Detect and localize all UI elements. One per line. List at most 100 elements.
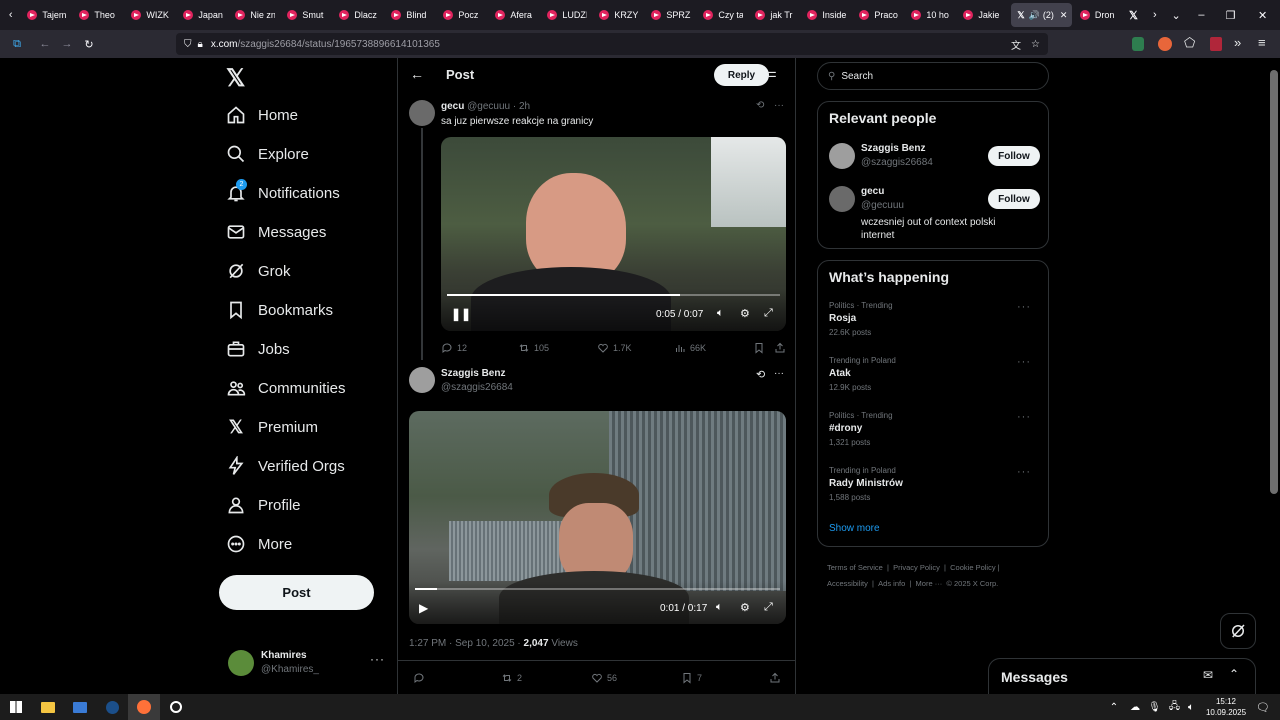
tab-active[interactable]: 𝕏 🔊 (2) ✕ xyxy=(1011,3,1072,27)
maximize-icon[interactable]: ❐ xyxy=(1216,9,1245,22)
post-button[interactable]: Post xyxy=(219,575,374,610)
messages-drawer[interactable]: Messages ✉ ⌃ xyxy=(988,658,1256,694)
person-name[interactable]: Szaggis Benz xyxy=(861,143,925,154)
post-author-handle[interactable]: @szaggis26684 xyxy=(441,382,513,393)
quoted-author-handle[interactable]: @gecuuu xyxy=(467,101,510,112)
reply-button[interactable]: Reply xyxy=(714,64,769,86)
steam-icon[interactable] xyxy=(96,694,128,720)
footer-link[interactable]: Terms of Service xyxy=(827,563,883,572)
nav-messages[interactable]: Messages xyxy=(226,214,386,250)
footer-link[interactable]: Privacy Policy xyxy=(893,563,940,572)
trend-item[interactable]: Politics · Trending Rosja 22.6K posts ··· xyxy=(829,301,1039,337)
tab-item[interactable]: SPRZ xyxy=(645,0,697,30)
bookmark-action-icon[interactable] xyxy=(753,342,769,354)
search-box[interactable]: ⚲ Search xyxy=(817,62,1049,90)
tab-item[interactable]: Theo xyxy=(73,0,125,30)
quoted-author-name[interactable]: gecu xyxy=(441,101,464,112)
post-timestamp[interactable]: 1:27 PM · Sep 10, 2025 · xyxy=(409,638,524,649)
x-tab-icon[interactable]: 𝕏 xyxy=(1123,9,1144,22)
new-message-icon[interactable]: ✉ xyxy=(1203,668,1213,682)
person-handle[interactable]: @szaggis26684 xyxy=(861,157,933,168)
footer-more-link[interactable]: More ··· xyxy=(916,579,943,588)
windows-start-icon[interactable] xyxy=(0,694,32,720)
app-monitor-icon[interactable] xyxy=(64,694,96,720)
trend-item[interactable]: Politics · Trending #drony 1,321 posts ··· xyxy=(829,411,1039,447)
tab-item[interactable]: 10 ho xyxy=(905,0,957,30)
share-icon[interactable] xyxy=(774,342,790,354)
tab-item[interactable]: Nie zn xyxy=(229,0,281,30)
trend-more-icon[interactable]: ··· xyxy=(1017,301,1031,313)
account-switcher[interactable]: Khamires @Khamires_ ··· xyxy=(226,648,391,682)
nav-verified-orgs[interactable]: Verified Orgs xyxy=(226,448,386,484)
person-avatar[interactable] xyxy=(829,186,855,212)
close-window-icon[interactable]: ✕ xyxy=(1245,9,1280,22)
post-author-name[interactable]: Szaggis Benz xyxy=(441,368,505,379)
nav-profile[interactable]: Profile xyxy=(226,487,386,523)
close-tab-icon[interactable]: ✕ xyxy=(1060,10,1068,21)
tab-item[interactable]: Czy ta xyxy=(697,0,749,30)
play-icon[interactable]: ▶ xyxy=(419,601,428,615)
reply-action[interactable]: 12 xyxy=(441,342,467,354)
file-explorer-icon[interactable] xyxy=(32,694,64,720)
minimize-icon[interactable]: – xyxy=(1187,9,1216,21)
back-icon[interactable]: ← xyxy=(34,38,56,50)
gecu-avatar[interactable] xyxy=(409,100,435,126)
tab-item[interactable]: Dron xyxy=(1074,0,1123,30)
footer-link[interactable]: Ads info xyxy=(878,579,905,588)
share-icon[interactable] xyxy=(769,672,785,684)
nav-jobs[interactable]: Jobs xyxy=(226,331,386,367)
bookmark-star-icon[interactable]: ☆ xyxy=(1031,39,1040,50)
shield-icon[interactable]: ⛉ xyxy=(184,39,192,50)
page-scrollbar[interactable] xyxy=(1270,70,1278,494)
video-progress-track[interactable] xyxy=(447,294,780,296)
like-action[interactable]: 56 xyxy=(591,672,617,684)
nav-notifications[interactable]: 2 Notifications xyxy=(226,175,386,211)
tab-item[interactable]: Smut xyxy=(281,0,333,30)
expand-drawer-icon[interactable]: ⌃ xyxy=(1229,667,1239,681)
tab-item[interactable]: LUDZI xyxy=(541,0,593,30)
views-action[interactable]: 66K xyxy=(674,342,706,354)
settings-icon[interactable]: ⚙ xyxy=(740,307,750,320)
post-video[interactable]: ▶ 0:01 / 0:17 🔈︎ ⚙ ⤢ xyxy=(409,411,786,624)
post-more-icon[interactable]: ··· xyxy=(774,100,784,111)
x-logo-icon[interactable]: 𝕏 xyxy=(226,64,245,93)
extension-red-icon[interactable] xyxy=(1210,37,1222,51)
overflow-menu-icon[interactable]: » xyxy=(1234,35,1241,50)
reply-action-icon[interactable] xyxy=(413,672,429,684)
video-progress-track[interactable] xyxy=(415,588,780,590)
translate-icon[interactable]: 文 xyxy=(1011,37,1021,52)
tab-item[interactable]: Praco xyxy=(853,0,905,30)
nav-premium[interactable]: 𝕏 Premium xyxy=(226,409,386,445)
grok-explain-icon[interactable]: ⟲ xyxy=(756,100,764,111)
tab-scroll-right-icon[interactable]: › xyxy=(1144,9,1165,21)
fullscreen-icon[interactable]: ⤢ xyxy=(764,307,773,320)
szaggis-avatar[interactable] xyxy=(409,367,435,393)
tab-item[interactable]: WIZK xyxy=(125,0,177,30)
person-avatar[interactable] xyxy=(829,143,855,169)
url-bar[interactable]: ⛉ 🔒︎ x.com/szaggis26684/status/196573889… xyxy=(176,33,1048,55)
tab-item[interactable]: Dlacz xyxy=(333,0,385,30)
person-name[interactable]: gecu xyxy=(861,186,884,197)
tab-scroll-left-icon[interactable]: ‹ xyxy=(0,9,21,21)
tab-item[interactable]: Japan xyxy=(177,0,229,30)
network-icon[interactable]: 🖧 xyxy=(1169,699,1180,716)
tab-item[interactable]: Tajem xyxy=(21,0,73,30)
tab-item[interactable]: Jakie xyxy=(957,0,1009,30)
hamburger-menu-icon[interactable]: ≡ xyxy=(1258,35,1266,50)
footer-link[interactable]: Cookie Policy xyxy=(950,563,995,572)
tab-item[interactable]: Blind xyxy=(385,0,437,30)
tab-item[interactable]: KRZY xyxy=(593,0,645,30)
notification-center-icon[interactable]: 🗨︎ xyxy=(1256,701,1270,714)
microphone-icon[interactable]: 🎙︎ xyxy=(1148,702,1161,713)
volume-icon[interactable]: 🔈︎ xyxy=(716,601,723,614)
tab-item[interactable]: Afera xyxy=(489,0,541,30)
bookmark-action[interactable]: 7 xyxy=(681,672,702,684)
repost-action[interactable]: 105 xyxy=(518,342,549,354)
volume-icon[interactable]: 🔈︎ xyxy=(1188,702,1194,713)
grok-explain-icon[interactable]: ⟲ xyxy=(756,368,765,381)
like-action[interactable]: 1.7K xyxy=(597,342,632,354)
steelseries-icon[interactable] xyxy=(160,694,192,720)
post-more-icon[interactable]: ··· xyxy=(774,368,784,379)
volume-icon[interactable]: 🔈︎ xyxy=(717,307,724,320)
trend-more-icon[interactable]: ··· xyxy=(1017,356,1031,368)
